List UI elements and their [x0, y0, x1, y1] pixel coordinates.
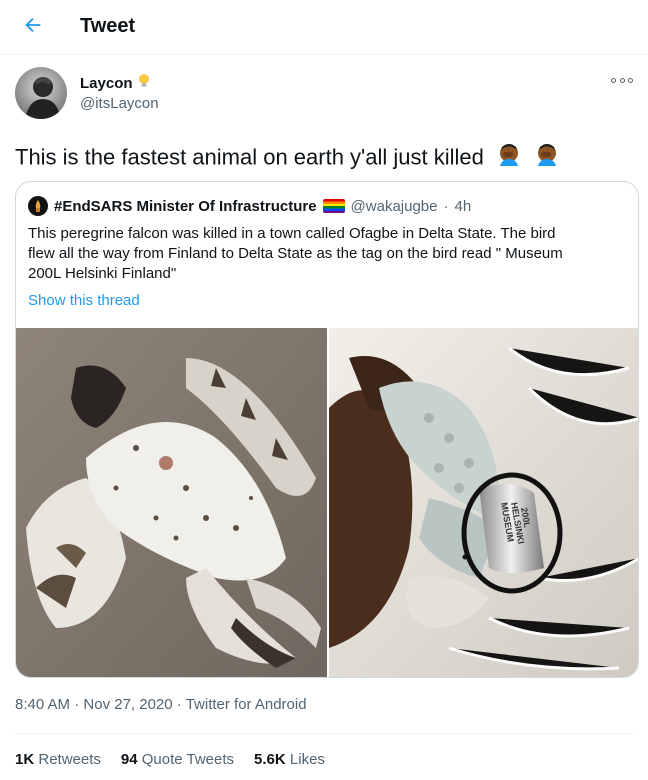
page-title: Tweet — [80, 15, 136, 37]
separator-dot: · — [172, 696, 186, 713]
more-options-button[interactable] — [611, 73, 633, 87]
engagement-stats: 1K Retweets 94 Quote Tweets 5.6K Likes — [15, 751, 325, 768]
back-button[interactable] — [18, 12, 48, 42]
divider — [15, 733, 633, 734]
likes-count: 5.6K — [254, 751, 286, 768]
quoted-media: MUSEUM HELSINKI 200L — [16, 328, 638, 677]
likes-label: Likes — [289, 751, 325, 768]
more-dot-icon — [611, 77, 616, 83]
avatar[interactable] — [15, 67, 67, 119]
quoted-tweet-header: #EndSARS Minister Of Infrastructure @wak… — [28, 196, 471, 216]
tweet-meta: 8:40 AM · Nov 27, 2020 · Twitter for And… — [15, 696, 307, 713]
tweet-source-link[interactable]: Twitter for Android — [186, 696, 307, 713]
quoted-text-line: 200L Helsinki Finland" — [28, 265, 177, 282]
lightbulb-icon — [137, 73, 151, 93]
quoted-tweet-card[interactable]: #EndSARS Minister Of Infrastructure @wak… — [15, 181, 639, 678]
author-handle[interactable]: @itsLaycon — [80, 95, 159, 112]
more-dot-icon — [619, 77, 625, 83]
quoted-tweet-text: This peregrine falcon was killed in a to… — [28, 224, 628, 284]
quoted-author-handle: @wakajugbe — [350, 197, 438, 215]
show-thread-link[interactable]: Show this thread — [28, 292, 140, 309]
tweet-date-link[interactable]: Nov 27, 2020 — [83, 696, 172, 713]
tweet-author: Laycon @itsLaycon — [15, 67, 633, 129]
rainbow-flag-icon — [322, 199, 345, 213]
arrow-left-icon — [22, 14, 44, 41]
quoted-timestamp: 4h — [454, 197, 472, 215]
separator-dot: · — [70, 696, 84, 713]
author-name[interactable]: Laycon — [80, 73, 151, 93]
face-palm-emoji — [534, 142, 560, 175]
quoted-text-line: flew all the way from Finland to Delta S… — [28, 245, 563, 262]
quoted-avatar — [28, 196, 48, 216]
face-palm-emoji — [496, 142, 522, 175]
tweet-text-content: This is the fastest animal on earth y'al… — [15, 144, 484, 170]
retweets-label: Retweets — [38, 751, 101, 768]
tweet-text: This is the fastest animal on earth y'al… — [15, 142, 635, 175]
retweets-stat[interactable]: 1K Retweets — [15, 751, 101, 768]
tweet-time-link[interactable]: 8:40 AM — [15, 696, 70, 713]
top-bar: Tweet — [0, 0, 648, 55]
quoted-author-name: #EndSARS Minister Of Infrastructure — [54, 197, 317, 215]
quote-tweets-label: Quote Tweets — [141, 751, 235, 768]
likes-stat[interactable]: 5.6K Likes — [254, 751, 325, 768]
quote-tweets-count: 94 — [120, 751, 138, 768]
quote-tweets-stat[interactable]: 94 Quote Tweets — [121, 751, 234, 768]
separator-dot: · — [443, 197, 449, 215]
leg-tag-photo[interactable]: MUSEUM HELSINKI 200L — [329, 328, 638, 677]
quoted-text-line: This peregrine falcon was killed in a to… — [28, 225, 556, 242]
falcon-photo[interactable] — [16, 328, 327, 677]
more-dot-icon — [628, 77, 633, 83]
retweets-count: 1K — [15, 751, 35, 768]
author-name-text: Laycon — [80, 74, 133, 92]
